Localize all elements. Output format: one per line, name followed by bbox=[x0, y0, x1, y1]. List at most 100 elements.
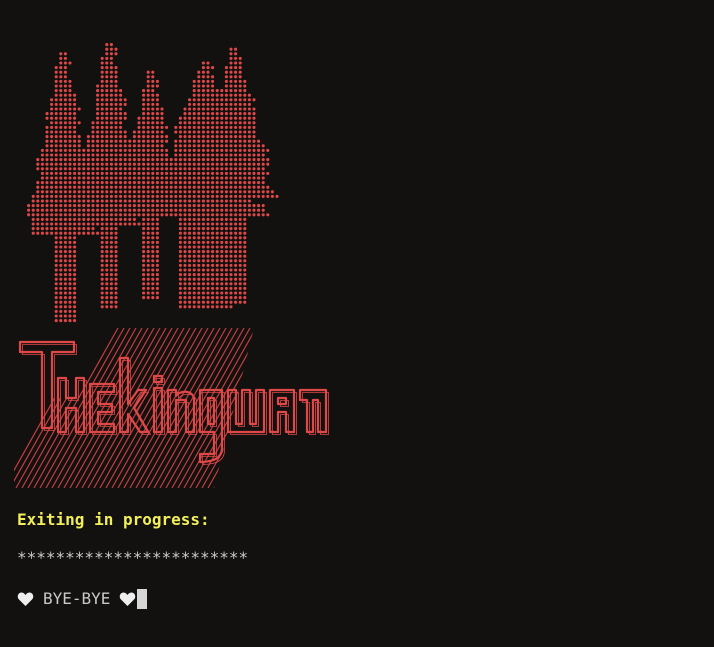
art-dot bbox=[197, 79, 201, 83]
art-dot bbox=[201, 171, 205, 175]
art-dot bbox=[105, 130, 109, 134]
art-dot bbox=[238, 89, 242, 93]
art-dot bbox=[188, 305, 192, 309]
art-dot bbox=[114, 236, 118, 240]
art-dot bbox=[252, 167, 256, 171]
art-dot bbox=[68, 240, 72, 244]
art-dot bbox=[142, 167, 146, 171]
art-dot bbox=[151, 268, 155, 272]
art-dot bbox=[197, 93, 201, 97]
art-dot bbox=[257, 176, 261, 180]
art-dot bbox=[54, 213, 58, 217]
art-dot bbox=[100, 158, 104, 162]
art-dot bbox=[63, 185, 67, 189]
art-dot bbox=[234, 56, 238, 60]
art-dot bbox=[261, 144, 265, 148]
art-dot bbox=[146, 240, 150, 244]
art-dot bbox=[105, 116, 109, 120]
art-dot bbox=[192, 273, 196, 277]
art-dot bbox=[206, 217, 210, 221]
art-dot bbox=[132, 135, 136, 139]
art-dot bbox=[105, 273, 109, 277]
art-dot bbox=[137, 162, 141, 166]
art-dot bbox=[206, 102, 210, 106]
art-dot bbox=[201, 121, 205, 125]
art-dot bbox=[183, 245, 187, 249]
art-dot bbox=[220, 93, 224, 97]
art-dot bbox=[234, 130, 238, 134]
art-dot bbox=[243, 139, 247, 143]
art-dot bbox=[109, 84, 113, 88]
art-dot bbox=[105, 263, 109, 267]
art-dot bbox=[178, 254, 182, 258]
art-dot bbox=[68, 268, 72, 272]
art-dot bbox=[109, 79, 113, 83]
art-dot bbox=[59, 162, 63, 166]
art-dot bbox=[45, 190, 49, 194]
art-dot bbox=[40, 204, 44, 208]
art-dot bbox=[40, 181, 44, 185]
art-dot bbox=[132, 171, 136, 175]
art-dot bbox=[192, 158, 196, 162]
art-dot bbox=[183, 153, 187, 157]
art-dot bbox=[68, 144, 72, 148]
art-dot bbox=[91, 181, 95, 185]
art-dot bbox=[238, 208, 242, 212]
art-dot bbox=[188, 158, 192, 162]
art-dot bbox=[238, 167, 242, 171]
art-dot bbox=[211, 208, 215, 212]
art-dot bbox=[224, 259, 228, 263]
art-dot bbox=[96, 194, 100, 198]
art-dot bbox=[234, 277, 238, 281]
art-dot bbox=[183, 208, 187, 212]
art-dot bbox=[119, 158, 123, 162]
art-dot bbox=[243, 254, 247, 258]
art-dot bbox=[59, 93, 63, 97]
art-dot bbox=[243, 167, 247, 171]
terminal-window[interactable]: Exiting in progress: *******************… bbox=[0, 0, 714, 647]
art-dot bbox=[183, 296, 187, 300]
art-dot bbox=[238, 66, 242, 70]
art-dot bbox=[183, 300, 187, 304]
art-dot bbox=[59, 112, 63, 116]
art-dot bbox=[54, 125, 58, 129]
logo-hatch-line bbox=[81, 328, 173, 488]
art-dot bbox=[243, 98, 247, 102]
art-dot bbox=[119, 204, 123, 208]
art-dot bbox=[206, 158, 210, 162]
art-dot bbox=[238, 217, 242, 221]
art-dot bbox=[155, 125, 159, 129]
art-dot bbox=[192, 181, 196, 185]
art-dot bbox=[59, 268, 63, 272]
art-dot bbox=[243, 250, 247, 254]
art-dot bbox=[229, 222, 233, 226]
art-dot bbox=[252, 98, 256, 102]
art-dot bbox=[142, 135, 146, 139]
art-dot bbox=[151, 254, 155, 258]
art-dot bbox=[188, 162, 192, 166]
art-dot bbox=[132, 185, 136, 189]
art-dot bbox=[257, 144, 261, 148]
art-dot bbox=[59, 61, 63, 65]
art-dot bbox=[68, 296, 72, 300]
art-dot bbox=[59, 158, 63, 162]
art-dot bbox=[183, 185, 187, 189]
art-dot bbox=[54, 66, 58, 70]
art-dot bbox=[201, 107, 205, 111]
art-dot bbox=[63, 254, 67, 258]
art-dot bbox=[211, 268, 215, 272]
art-dot bbox=[86, 167, 90, 171]
art-dot bbox=[252, 204, 256, 208]
art-dot bbox=[109, 52, 113, 56]
art-dot bbox=[243, 89, 247, 93]
art-dot bbox=[132, 190, 136, 194]
art-dot bbox=[68, 259, 72, 263]
art-dot bbox=[100, 199, 104, 203]
art-dot bbox=[96, 107, 100, 111]
art-dot bbox=[243, 296, 247, 300]
art-dot bbox=[215, 171, 219, 175]
art-dot bbox=[54, 144, 58, 148]
art-dot bbox=[206, 296, 210, 300]
art-dot bbox=[45, 181, 49, 185]
art-dot bbox=[50, 204, 54, 208]
